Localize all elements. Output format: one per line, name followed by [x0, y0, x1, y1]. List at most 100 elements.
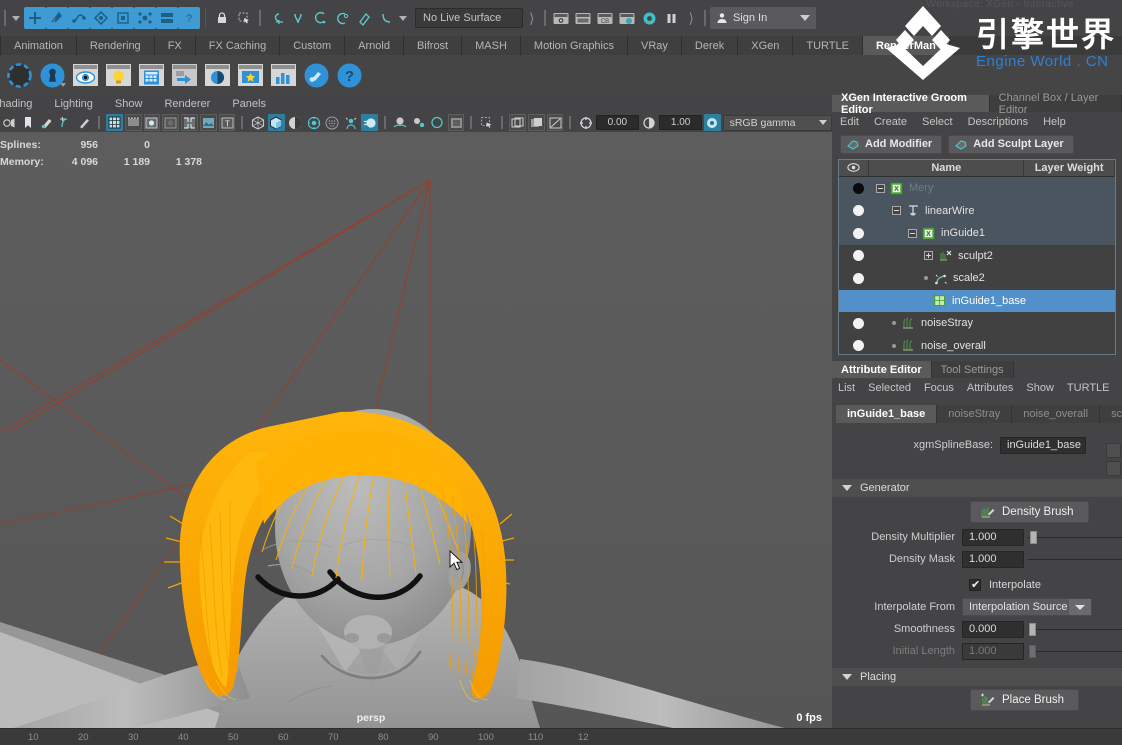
viewport-panel-icon[interactable]: [447, 114, 465, 131]
attribute-editor-menu-turtle[interactable]: TURTLE: [1067, 382, 1110, 394]
tree-row[interactable]: noiseStray: [839, 312, 1115, 335]
select-diamond-icon[interactable]: [90, 7, 112, 29]
smooth-shading-icon[interactable]: [268, 114, 285, 131]
xgen-panel-tab-0[interactable]: XGen Interactive Groom Editor: [832, 92, 990, 116]
select-misc-icon[interactable]: ?: [178, 7, 200, 29]
xray-active-components-icon[interactable]: [429, 114, 446, 131]
color-management-select[interactable]: sRGB gamma: [722, 114, 833, 131]
show-hide-tool-settings-icon[interactable]: [572, 7, 594, 29]
attribute-node-tab-1[interactable]: noiseStray: [937, 405, 1013, 423]
visibility-toggle[interactable]: [853, 317, 864, 329]
xgen-description-icon[interactable]: [4, 59, 34, 91]
select-by-object-type-icon[interactable]: [46, 7, 68, 29]
place-brush-button[interactable]: Place Brush: [970, 689, 1080, 711]
visibility-toggle[interactable]: [853, 340, 864, 352]
density-multiplier-slider[interactable]: [1028, 529, 1122, 546]
visibility-toggle[interactable]: [853, 272, 864, 284]
menu-set-tab-xgen[interactable]: XGen: [738, 36, 794, 55]
xgen-menu-select[interactable]: Select: [922, 116, 953, 128]
preview-icon[interactable]: [70, 59, 100, 91]
texture-icon[interactable]: [235, 59, 265, 91]
density-mask-field[interactable]: 1.000: [962, 550, 1024, 568]
attribute-editor-menu-selected[interactable]: Selected: [868, 382, 911, 394]
screen-space-ao-icon[interactable]: [343, 114, 360, 131]
shading-icon[interactable]: [202, 59, 232, 91]
visibility-toggle[interactable]: [853, 205, 864, 217]
placing-section-header[interactable]: Placing: [832, 668, 1122, 686]
gamma-value[interactable]: 1.00: [659, 115, 702, 130]
attribute-editor-menu-attributes[interactable]: Attributes: [967, 382, 1013, 394]
viewport-menu-show[interactable]: Show: [115, 98, 143, 110]
interpolate-checkbox[interactable]: [969, 578, 981, 591]
gamma-control-icon[interactable]: [641, 114, 658, 131]
focus-node-button[interactable]: [1106, 443, 1121, 458]
exposure-value[interactable]: 0.00: [596, 115, 639, 130]
exposure-icon[interactable]: [181, 114, 198, 131]
view-diagonal-icon[interactable]: [546, 114, 564, 131]
xray-icon[interactable]: [57, 114, 74, 131]
image-plane-icon[interactable]: [199, 114, 217, 131]
make-live-icon[interactable]: [375, 7, 397, 29]
select-by-component-type-icon[interactable]: [68, 7, 90, 29]
smoothness-field[interactable]: 0.000: [962, 620, 1024, 638]
density-multiplier-field[interactable]: 1.000: [962, 528, 1024, 546]
timeline-ruler[interactable]: 10 20 30 40 50 60 70 80 90 100 110 12: [0, 728, 1122, 745]
density-brush-button[interactable]: Density Brush: [970, 501, 1089, 523]
select-deformer-icon[interactable]: [134, 7, 156, 29]
wireframe-shading-icon[interactable]: [249, 114, 266, 131]
xgen-collection-icon[interactable]: [37, 59, 67, 91]
export-icon[interactable]: [169, 59, 199, 91]
chevron-down-icon[interactable]: [1069, 599, 1091, 615]
copy-view-icon[interactable]: [527, 114, 545, 131]
motion-blur-icon[interactable]: [361, 114, 378, 131]
generator-section-header[interactable]: Generator: [832, 479, 1122, 497]
calculator-icon[interactable]: [136, 59, 166, 91]
shaded-with-textures-icon[interactable]: [287, 114, 304, 131]
menu-set-tab-motion-graphics[interactable]: Motion Graphics: [520, 36, 628, 55]
chevron-down-icon[interactable]: [799, 15, 810, 21]
menu-set-tab-derek[interactable]: Derek: [681, 36, 739, 55]
light-icon[interactable]: [103, 59, 133, 91]
xgen-description-tree[interactable]: Name Layer Weight X Mery linearWire XinGuid…: [838, 159, 1116, 355]
render-icon[interactable]: [638, 7, 660, 29]
lock-icon[interactable]: [211, 7, 233, 29]
attribute-editor-tab-1[interactable]: Tool Settings: [931, 361, 1014, 378]
select-render-node-icon[interactable]: [156, 7, 178, 29]
viewport-menu-panels[interactable]: Panels: [232, 98, 266, 110]
show-hide-channel-box-icon[interactable]: CB: [594, 7, 616, 29]
grease-pencil-icon[interactable]: [38, 114, 55, 131]
graph-icon[interactable]: [268, 59, 298, 91]
menu-set-tab-fx[interactable]: FX: [154, 36, 196, 55]
shadows-icon[interactable]: [324, 114, 341, 131]
attribute-editor-menu-list[interactable]: List: [838, 382, 855, 394]
help-icon[interactable]: ?: [334, 59, 364, 91]
exposure-control-icon[interactable]: [577, 114, 594, 131]
snap-to-curve-icon[interactable]: [287, 7, 309, 29]
snap-to-projected-center-icon[interactable]: [331, 7, 353, 29]
menu-set-tab-fx-caching[interactable]: FX Caching: [195, 36, 281, 55]
attribute-editor-tab-0[interactable]: Attribute Editor: [832, 361, 932, 378]
density-mask-slider[interactable]: [1028, 551, 1122, 568]
chevron-down-icon[interactable]: [842, 485, 852, 491]
tree-expander[interactable]: [892, 206, 901, 216]
attribute-node-tab-2[interactable]: noise_overall: [1012, 405, 1101, 423]
show-hide-attribute-editor-icon[interactable]: [550, 7, 572, 29]
menu-set-tab-vray[interactable]: VRay: [628, 36, 682, 55]
isolate-select-icon[interactable]: [392, 114, 409, 131]
duplicate-view-icon[interactable]: [509, 114, 526, 131]
film-gate-icon[interactable]: [124, 114, 142, 131]
use-all-lights-icon[interactable]: [305, 114, 322, 131]
snap-to-point-icon[interactable]: [309, 7, 331, 29]
wireframe-on-shaded-icon[interactable]: [106, 114, 123, 131]
viewport-menu-shading[interactable]: Shading: [0, 98, 32, 110]
resolution-gate-icon[interactable]: [143, 114, 161, 131]
xgen-menu-help[interactable]: Help: [1043, 116, 1066, 128]
presets-button[interactable]: [1106, 461, 1121, 476]
chevron-down-icon[interactable]: [819, 120, 828, 125]
add-sculpt-layer-button[interactable]: Add Sculpt Layer: [948, 134, 1074, 154]
attribute-editor-menu-show[interactable]: Show: [1026, 382, 1054, 394]
visibility-toggle[interactable]: [853, 182, 864, 194]
viewport-menu-lighting[interactable]: Lighting: [54, 98, 93, 110]
menu-set-tab-animation[interactable]: Animation: [0, 36, 77, 55]
gate-mask-icon[interactable]: [162, 114, 180, 131]
